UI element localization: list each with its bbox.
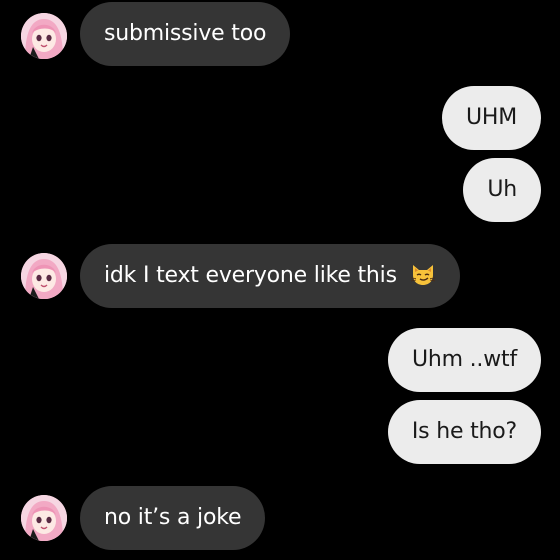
smirking-cat-emoji-icon — [410, 249, 436, 285]
message-row-outgoing: UHM — [0, 86, 560, 150]
message-bubble-incoming[interactable]: idk I text everyone like this — [80, 244, 460, 308]
message-text: Uh — [487, 177, 517, 202]
message-bubble-outgoing[interactable]: Uhm ..wtf — [387, 328, 541, 392]
message-text: Is he tho? — [411, 419, 517, 444]
avatar-icon[interactable] — [21, 13, 67, 59]
message-bubble-incoming[interactable]: no it’s a joke — [80, 486, 266, 550]
avatar-icon[interactable] — [21, 495, 67, 541]
message-text: idk I text everyone like this — [104, 263, 397, 288]
message-row-incoming: submissive too — [0, 2, 560, 66]
avatar-icon[interactable] — [21, 253, 67, 299]
message-row-incoming: idk I text everyone like this — [0, 244, 560, 308]
message-bubble-outgoing[interactable]: Uh — [463, 158, 541, 222]
message-row-outgoing: Uhm ..wtf — [0, 328, 560, 392]
message-bubble-outgoing[interactable]: UHM — [441, 86, 541, 150]
message-row-outgoing: Uh — [0, 158, 560, 222]
message-bubble-incoming[interactable]: submissive too — [80, 2, 291, 66]
message-bubble-outgoing[interactable]: Is he tho? — [387, 400, 541, 464]
message-text: UHM — [465, 105, 517, 130]
message-text: Uhm ..wtf — [411, 347, 517, 372]
message-text: submissive too — [104, 21, 267, 46]
message-text: no it’s a joke — [104, 505, 242, 530]
message-row-outgoing: Is he tho? — [0, 400, 560, 464]
message-row-incoming: no it’s a joke — [0, 486, 560, 550]
